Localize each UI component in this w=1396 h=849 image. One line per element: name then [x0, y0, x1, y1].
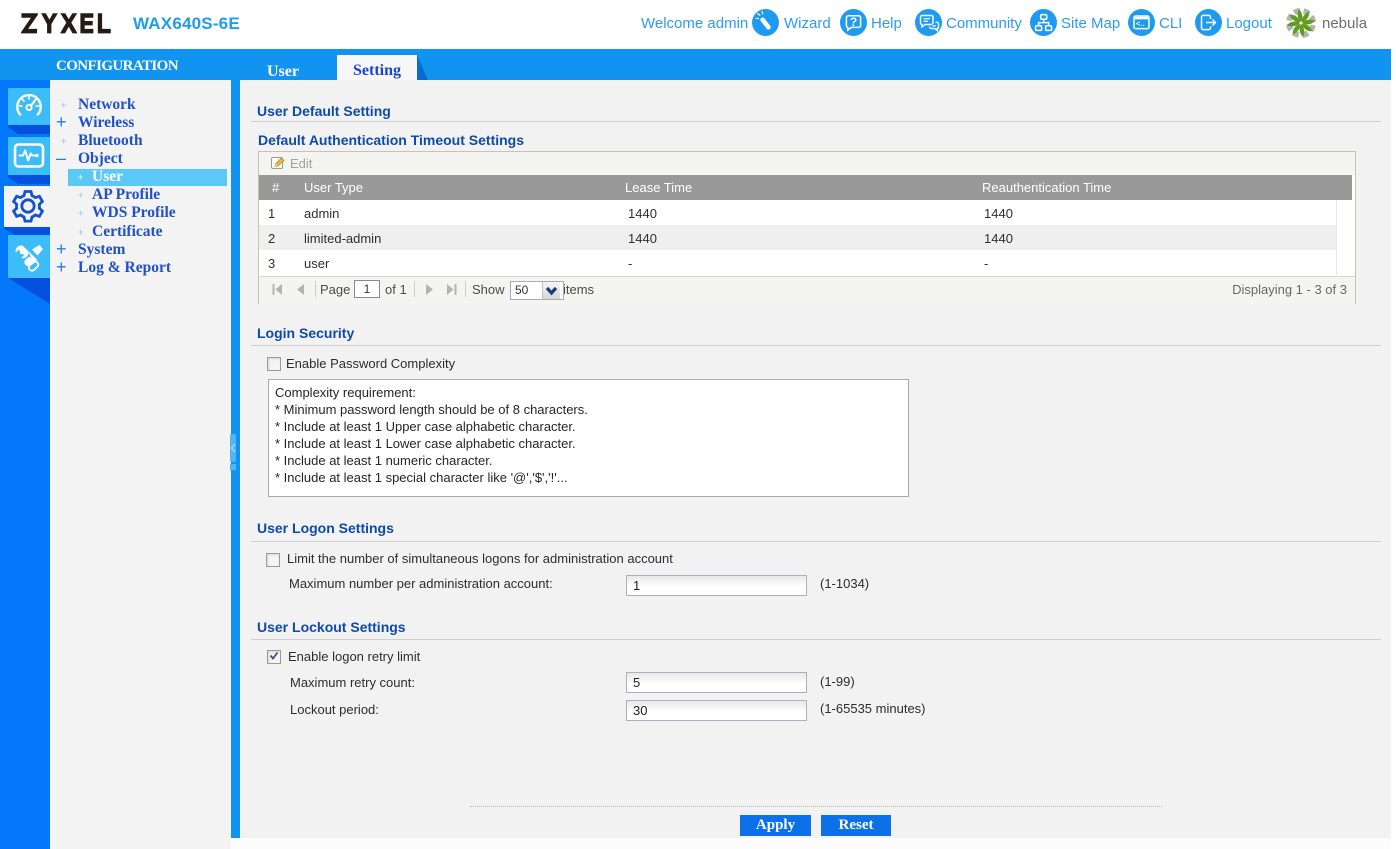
- svg-text:<..: <..: [1136, 19, 1145, 28]
- svg-text:?: ?: [850, 15, 857, 29]
